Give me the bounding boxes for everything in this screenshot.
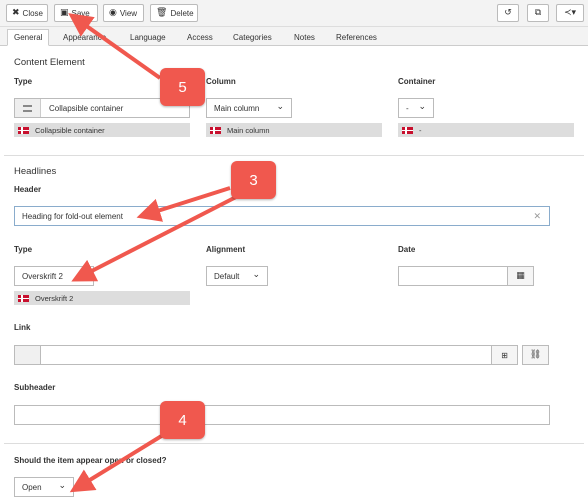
callout-4: 4 — [160, 401, 205, 439]
save-label: Save — [71, 8, 90, 18]
tab-label: Notes — [294, 33, 315, 42]
type-value: Collapsible container — [49, 103, 124, 113]
trash-icon: 🗑 — [156, 8, 168, 18]
open-closed-question: Should the item appear open or closed? — [14, 456, 167, 465]
danish-flag-icon — [210, 126, 221, 134]
header-type-select[interactable]: Overskrift 2 ⌄ — [14, 266, 94, 286]
chevron-down-icon: ⌄ — [78, 270, 86, 280]
annotation-arrows — [68, 13, 239, 493]
tab-notes[interactable]: Notes — [288, 29, 321, 46]
container-select[interactable]: - ⌄ — [398, 98, 434, 118]
undo-icon: ↺ — [504, 8, 512, 18]
view-button[interactable]: ◉ View — [103, 4, 144, 22]
content-element-title: Content Element — [14, 57, 85, 68]
close-label: Close — [22, 8, 43, 18]
editor-window: ✖ Close ▣ Save ◉ View 🗑 Delete ↺ ⧉ ≺▾ Ge… — [0, 0, 588, 500]
open-closed-select[interactable]: Open ⌄ — [14, 477, 74, 497]
type-default-hint: Collapsible container — [14, 123, 190, 137]
link-browser-button[interactable]: ⊞ — [491, 345, 518, 365]
open-closed-value: Open — [22, 482, 42, 492]
container-default-hint: - — [398, 123, 574, 137]
column-label: Column — [206, 77, 236, 86]
tab-label: Access — [187, 33, 213, 42]
header-type-hint-text: Overskrift 2 — [35, 293, 74, 303]
link-input[interactable] — [40, 345, 492, 365]
tab-label: Language — [130, 33, 166, 42]
date-label: Date — [398, 245, 416, 254]
tab-label: Appearance — [63, 33, 107, 42]
delete-label: Delete — [170, 8, 194, 18]
alignment-select[interactable]: Default ⌄ — [206, 266, 268, 286]
header-label: Header — [14, 185, 42, 194]
subheader-label: Subheader — [14, 383, 56, 392]
container-label: Container — [398, 77, 436, 86]
type-label: Type — [14, 77, 33, 86]
content-type-icon — [15, 99, 41, 117]
headlines-title: Headlines — [14, 166, 57, 177]
tab-references[interactable]: References — [330, 29, 383, 46]
column-value: Main column — [214, 103, 260, 113]
subheader-input[interactable] — [14, 405, 550, 425]
link-prefix — [14, 345, 41, 365]
view-label: View — [119, 8, 138, 18]
date-input[interactable] — [398, 266, 508, 286]
clear-icon[interactable]: ✕ — [533, 211, 541, 222]
tab-categories[interactable]: Categories — [227, 29, 278, 46]
column-hint-text: Main column — [227, 125, 270, 135]
open-new-window-button[interactable]: ⧉ — [527, 4, 549, 22]
calendar-icon: ▦ — [516, 271, 525, 281]
header-type-default-hint: Overskrift 2 — [14, 291, 190, 305]
danish-flag-icon — [402, 126, 413, 134]
type-hint-text: Collapsible container — [35, 125, 105, 135]
header-type-value: Overskrift 2 — [22, 271, 63, 281]
tab-label: References — [336, 33, 377, 42]
external-link-icon: ⧉ — [534, 8, 542, 18]
section-divider — [4, 155, 584, 156]
chevron-down-icon: ⌄ — [276, 102, 284, 112]
chevron-down-icon: ⌄ — [418, 102, 426, 112]
header-value: Heading for fold-out element — [22, 211, 123, 221]
calendar-button[interactable]: ▦ — [507, 266, 534, 286]
header-type-label: Type — [14, 245, 33, 254]
tab-language[interactable]: Language — [124, 29, 172, 46]
alignment-label: Alignment — [206, 245, 246, 254]
link-picker-button[interactable]: ⛓ — [522, 345, 549, 365]
header-input[interactable]: Heading for fold-out element ✕ — [14, 206, 550, 226]
callout-3: 3 — [231, 161, 276, 199]
close-icon: ✖ — [12, 8, 20, 18]
container-value: - — [406, 103, 409, 113]
share-button[interactable]: ≺▾ — [556, 4, 584, 22]
tab-label: Categories — [233, 33, 272, 42]
tab-bar: General Appearance Language Access Categ… — [0, 27, 588, 46]
chevron-down-icon: ⌄ — [252, 270, 260, 280]
tab-appearance[interactable]: Appearance — [57, 29, 112, 46]
chevron-down-icon: ⌄ — [58, 481, 66, 491]
tab-general[interactable]: General — [7, 29, 50, 46]
toolbar: ✖ Close ▣ Save ◉ View 🗑 Delete ↺ ⧉ ≺▾ — [0, 0, 588, 27]
alignment-value: Default — [214, 271, 240, 281]
link-label: Link — [14, 323, 31, 332]
tab-access[interactable]: Access — [181, 29, 219, 46]
tab-label: General — [14, 33, 43, 42]
link-browser-icon: ⊞ — [501, 350, 508, 360]
column-select[interactable]: Main column ⌄ — [206, 98, 292, 118]
danish-flag-icon — [18, 126, 29, 134]
save-icon: ▣ — [60, 8, 69, 18]
share-icon: ≺▾ — [563, 8, 577, 18]
callout-5: 5 — [160, 68, 205, 106]
column-default-hint: Main column — [206, 123, 382, 137]
save-button[interactable]: ▣ Save — [54, 4, 98, 22]
danish-flag-icon — [18, 294, 29, 302]
undo-button[interactable]: ↺ — [497, 4, 519, 22]
eye-icon: ◉ — [109, 8, 117, 18]
link-icon: ⛓ — [529, 350, 542, 360]
container-hint-text: - — [419, 125, 422, 135]
close-button[interactable]: ✖ Close — [6, 4, 48, 22]
delete-button[interactable]: 🗑 Delete — [150, 4, 198, 22]
section-divider — [4, 443, 584, 444]
